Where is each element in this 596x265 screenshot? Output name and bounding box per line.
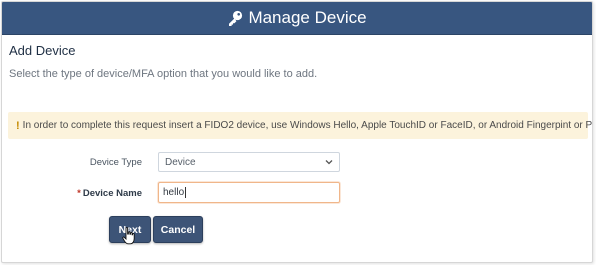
device-type-value: Device: [165, 156, 196, 168]
key-icon: [227, 10, 243, 27]
device-type-label: Device Type: [89, 157, 142, 168]
page-title: Manage Device: [248, 8, 367, 27]
manage-device-panel: Manage Device Add Device Select the type…: [1, 1, 593, 263]
alert-icon: !: [16, 119, 20, 132]
device-type-select[interactable]: Device: [158, 152, 340, 172]
device-name-input[interactable]: hello: [158, 182, 340, 203]
text-caret: [185, 187, 187, 198]
section-title: Add Device: [9, 43, 76, 58]
hand-pointer-icon: [122, 227, 136, 245]
section-subtitle: Select the type of device/MFA option tha…: [9, 68, 318, 80]
cancel-button[interactable]: Cancel: [153, 216, 203, 243]
chevron-down-icon: [324, 157, 334, 167]
panel-header: Manage Device: [2, 2, 592, 35]
device-name-label-text: Device Name: [82, 188, 142, 199]
device-name-label: * Device Name: [62, 188, 142, 199]
fido2-alert: ! In order to complete this request inse…: [8, 112, 592, 139]
device-name-value: hello: [163, 187, 185, 198]
required-mark: *: [77, 188, 81, 199]
alert-text: In order to complete this request insert…: [22, 120, 593, 131]
